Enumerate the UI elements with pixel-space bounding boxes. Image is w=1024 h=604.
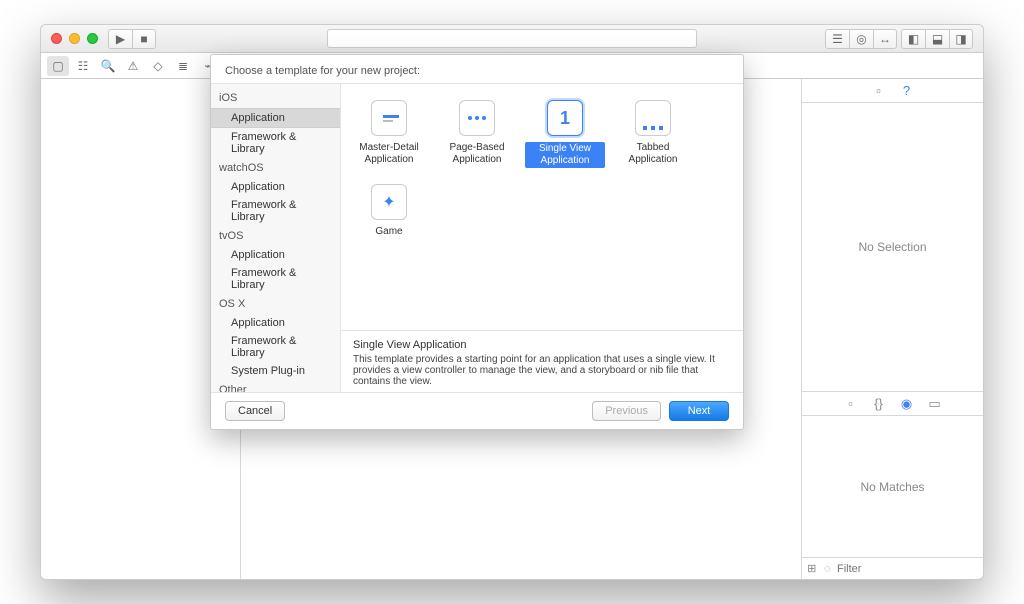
platform-heading: watchOS xyxy=(211,158,340,178)
standard-editor-button[interactable]: ☰ xyxy=(825,29,849,49)
platform-heading: iOS xyxy=(211,88,340,108)
template-cell[interactable]: 1 Single View Application xyxy=(523,94,607,174)
no-selection-label: No Selection xyxy=(858,240,926,254)
library-body: No Matches xyxy=(802,416,983,557)
panel-toggle-group: ◧ ⬓ ◨ xyxy=(901,29,973,49)
utilities-panel: ▫ ? No Selection ▫ {} ◉ ▭ No Matches ⊞ ◌ xyxy=(801,79,983,579)
library-selector: ▫ {} ◉ ▭ xyxy=(802,392,983,416)
symbol-navigator-icon[interactable]: ☷ xyxy=(72,56,94,76)
master-detail-icon xyxy=(371,100,407,136)
version-editor-button[interactable]: ↔ xyxy=(873,29,897,49)
library-footer: ⊞ ◌ xyxy=(802,557,983,579)
stop-button[interactable]: ■ xyxy=(132,29,156,49)
template-grid-area: Master-Detail Application Page-Based Appl… xyxy=(341,84,743,392)
titlebar: ▶ ■ ☰ ◎ ↔ ◧ ⬓ ◨ xyxy=(41,25,983,53)
activity-viewer[interactable] xyxy=(327,29,697,48)
sidebar-item[interactable]: Application xyxy=(211,246,340,264)
platform-heading: tvOS xyxy=(211,226,340,246)
close-icon[interactable] xyxy=(51,33,62,44)
tabbed-icon xyxy=(635,100,671,136)
template-label: Tabbed Application xyxy=(613,142,693,166)
template-grid: Master-Detail Application Page-Based Appl… xyxy=(341,84,743,330)
sheet-footer: Cancel Previous Next xyxy=(211,393,743,429)
platform-heading: Other xyxy=(211,380,340,392)
template-cell[interactable]: Tabbed Application xyxy=(611,94,695,174)
sheet-title: Choose a template for your new project: xyxy=(211,55,743,83)
toggle-utilities-button[interactable]: ◨ xyxy=(949,29,973,49)
template-sidebar: iOSApplicationFramework & LibrarywatchOS… xyxy=(211,84,341,392)
sidebar-item[interactable]: Framework & Library xyxy=(211,264,340,294)
previous-button[interactable]: Previous xyxy=(592,401,661,421)
library-filter-input[interactable] xyxy=(837,563,979,575)
stop-icon: ■ xyxy=(140,32,147,46)
sidebar-item[interactable]: Framework & Library xyxy=(211,196,340,226)
grid-view-icon[interactable]: ⊞ xyxy=(806,561,818,577)
sidebar-item[interactable]: Application xyxy=(211,178,340,196)
object-library-icon[interactable]: ◉ xyxy=(894,394,920,414)
debug-navigator-icon[interactable]: ≣ xyxy=(172,56,194,76)
template-detail: Single View Application This template pr… xyxy=(341,330,743,392)
template-label: Master-Detail Application xyxy=(349,142,429,166)
inspector-body: No Selection xyxy=(802,103,983,391)
sidebar-item[interactable]: Application xyxy=(211,108,340,128)
cancel-button[interactable]: Cancel xyxy=(225,401,285,421)
page-based-icon xyxy=(459,100,495,136)
assistant-editor-button[interactable]: ◎ xyxy=(849,29,873,49)
inspector-selector: ▫ ? xyxy=(802,79,983,103)
next-button[interactable]: Next xyxy=(669,401,729,421)
toggle-debug-button[interactable]: ⬓ xyxy=(925,29,949,49)
template-label: Single View Application xyxy=(525,142,605,168)
platform-heading: OS X xyxy=(211,294,340,314)
no-matches-label: No Matches xyxy=(860,480,924,494)
file-template-library-icon[interactable]: ▫ xyxy=(838,394,864,414)
quick-help-icon[interactable]: ? xyxy=(894,81,920,101)
template-cell[interactable]: Master-Detail Application xyxy=(347,94,431,174)
media-library-icon[interactable]: ▭ xyxy=(922,394,948,414)
detail-desc: This template provides a starting point … xyxy=(353,354,731,387)
sidebar-item[interactable]: Application xyxy=(211,314,340,332)
template-label: Page-Based Application xyxy=(437,142,517,166)
run-button[interactable]: ▶ xyxy=(108,29,132,49)
sidebar-item[interactable]: Framework & Library xyxy=(211,332,340,362)
filter-icon: ◌ xyxy=(822,561,834,577)
sheet-body: iOSApplicationFramework & LibrarywatchOS… xyxy=(211,83,743,393)
detail-name: Single View Application xyxy=(353,339,731,351)
test-navigator-icon[interactable]: ◇ xyxy=(147,56,169,76)
sidebar-item[interactable]: System Plug-in xyxy=(211,362,340,380)
code-snippet-library-icon[interactable]: {} xyxy=(866,394,892,414)
new-project-sheet: Choose a template for your new project: … xyxy=(210,54,744,430)
run-stop-group: ▶ ■ xyxy=(108,29,156,49)
search-navigator-icon[interactable]: 🔍 xyxy=(97,56,119,76)
game-icon: ✦ xyxy=(371,184,407,220)
library-panel: ▫ {} ◉ ▭ No Matches ⊞ ◌ xyxy=(802,391,983,579)
editor-mode-group: ☰ ◎ ↔ xyxy=(825,29,897,49)
issue-navigator-icon[interactable]: ⚠ xyxy=(122,56,144,76)
window-controls xyxy=(51,33,98,44)
play-icon: ▶ xyxy=(116,32,125,46)
minimize-icon[interactable] xyxy=(69,33,80,44)
maximize-icon[interactable] xyxy=(87,33,98,44)
sidebar-item[interactable]: Framework & Library xyxy=(211,128,340,158)
single-view-icon: 1 xyxy=(547,100,583,136)
file-inspector-icon[interactable]: ▫ xyxy=(866,81,892,101)
template-cell[interactable]: ✦ Game xyxy=(347,178,431,244)
template-label: Game xyxy=(375,226,402,238)
project-navigator-icon[interactable]: ▢ xyxy=(47,56,69,76)
toggle-navigator-button[interactable]: ◧ xyxy=(901,29,925,49)
template-cell[interactable]: Page-Based Application xyxy=(435,94,519,174)
